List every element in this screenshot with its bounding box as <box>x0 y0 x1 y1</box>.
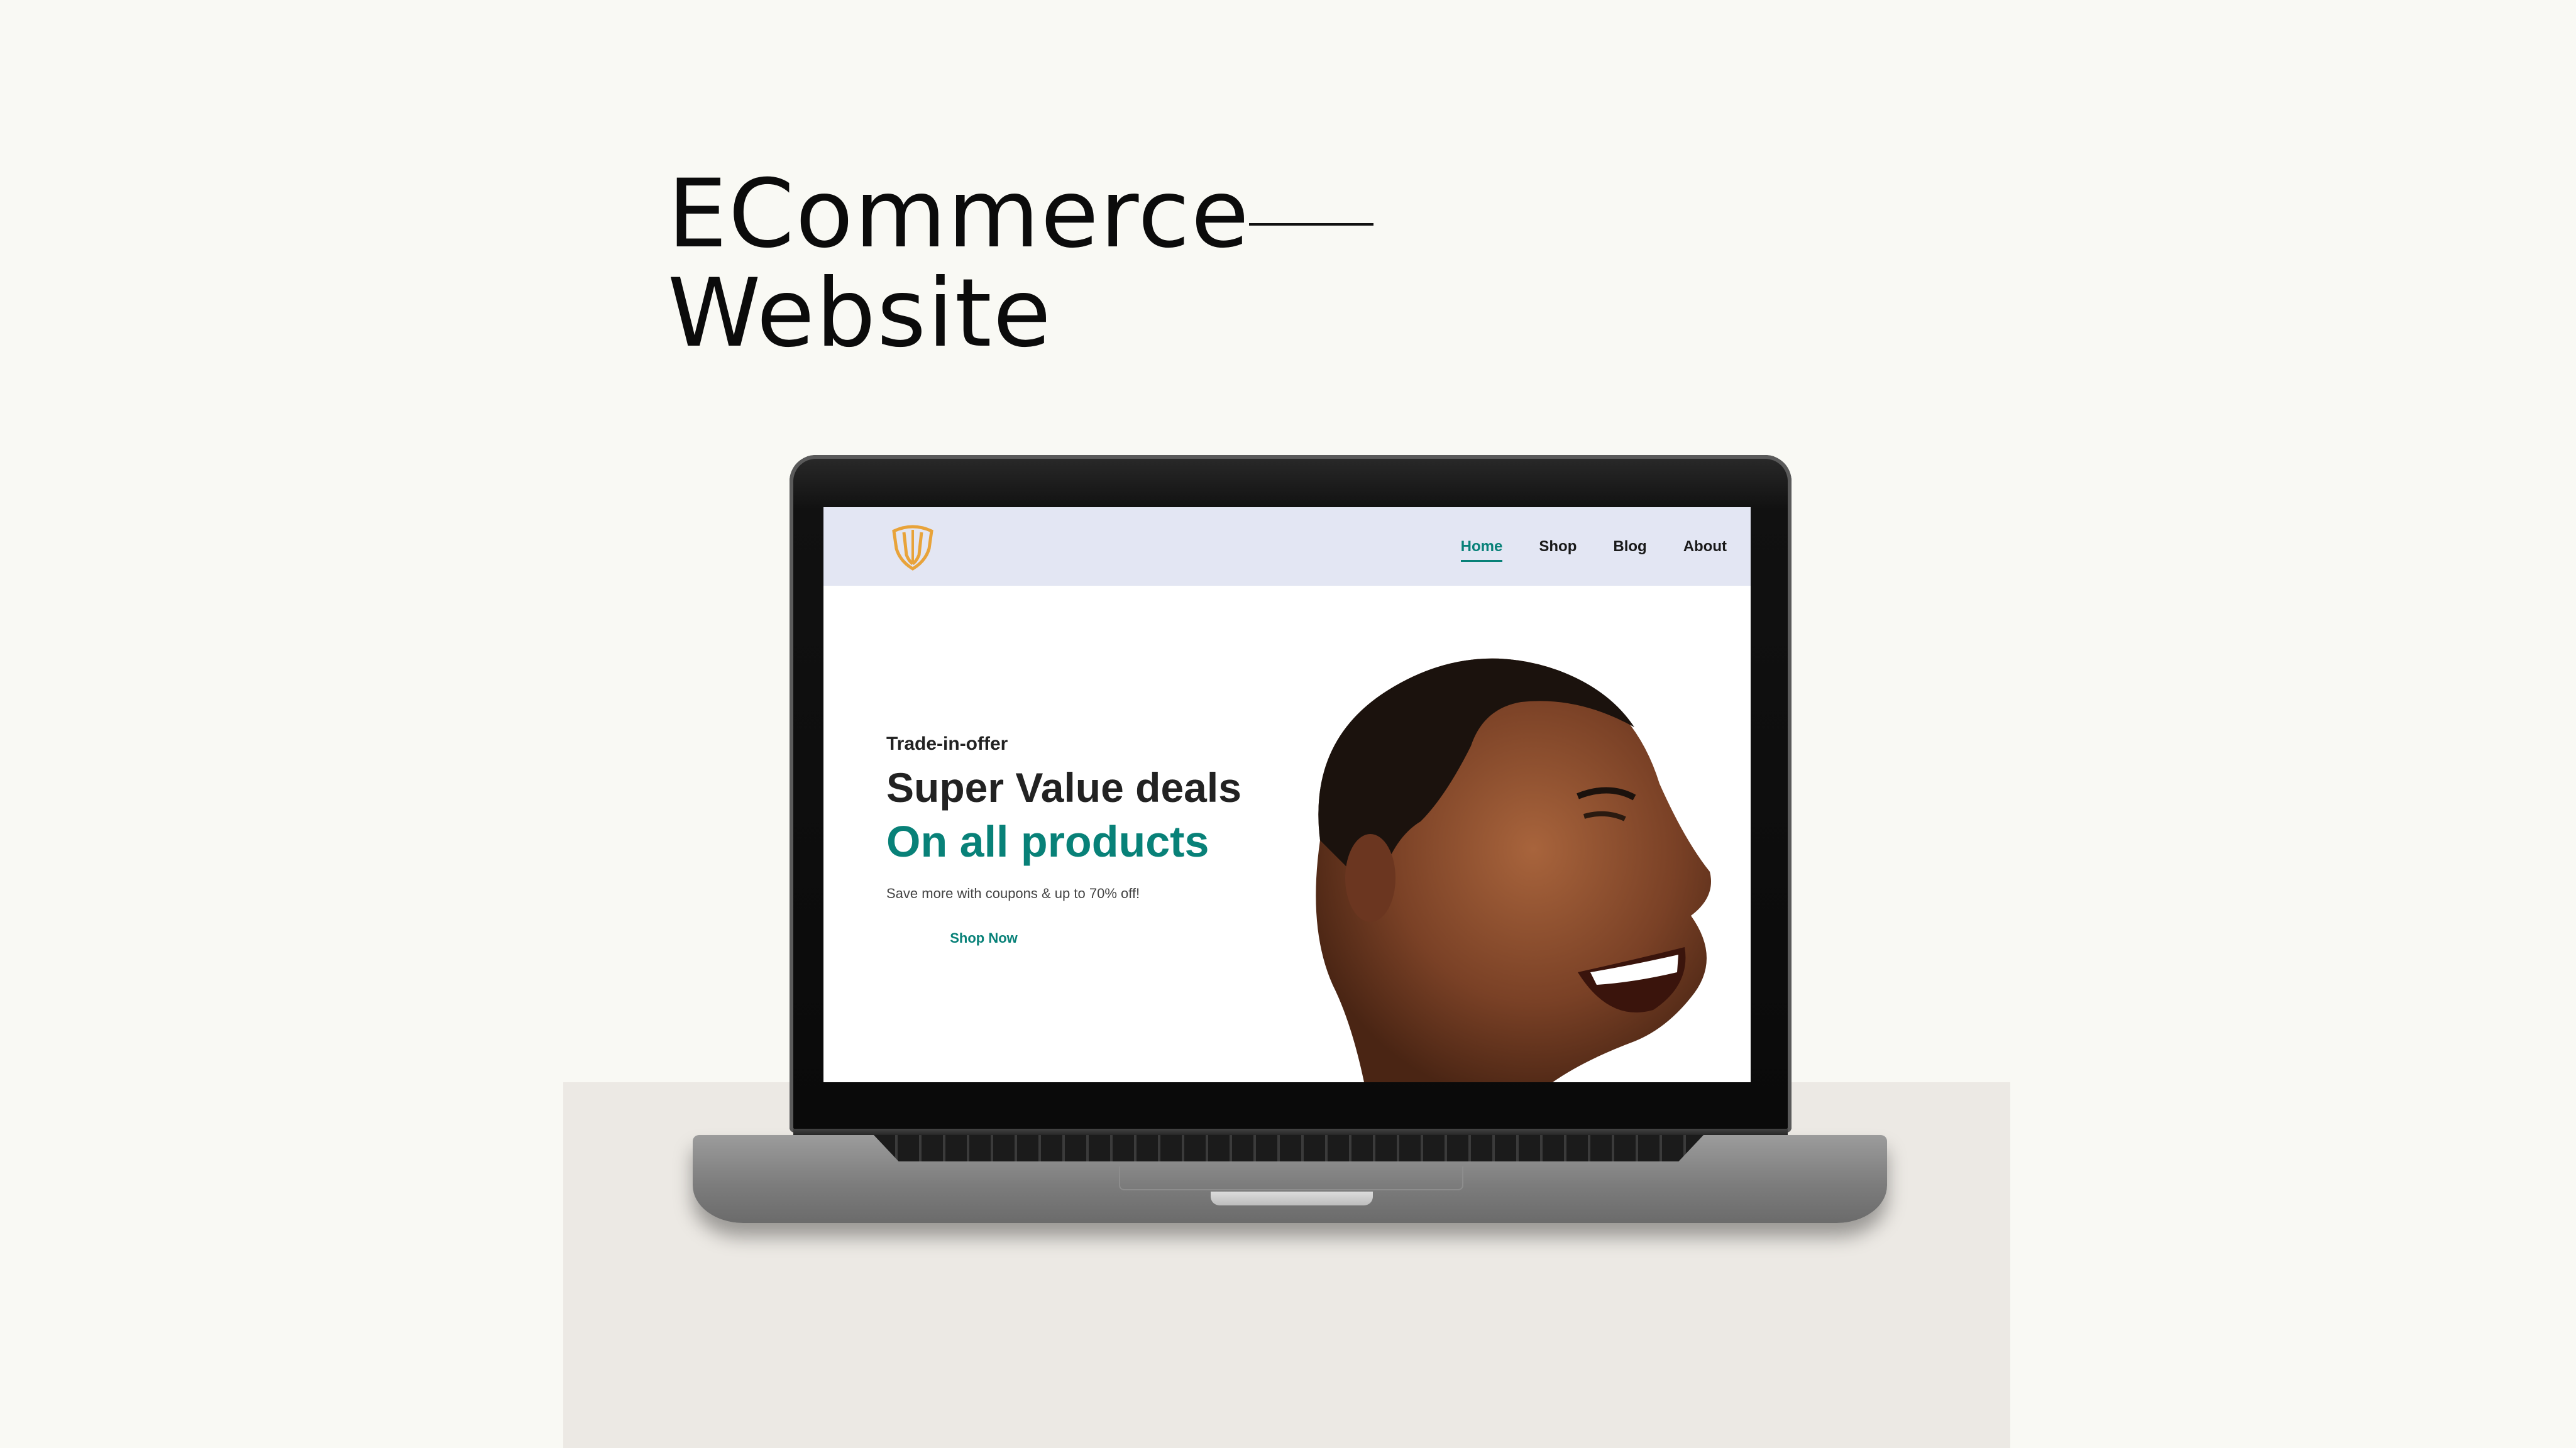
hero-headline: Super Value deals <box>886 764 1241 811</box>
hero-description: Save more with coupons & up to 70% off! <box>886 886 1140 901</box>
hero-portrait-image <box>1316 658 1711 1082</box>
laptop-keyboard <box>874 1135 1704 1161</box>
nav-menu: Home Shop Blog About <box>1424 507 1727 586</box>
laptop-screen: Home Shop Blog About Trade-in-offer Supe… <box>823 507 1751 1082</box>
shield-logo-icon[interactable] <box>888 521 938 571</box>
laptop-trackpad <box>1119 1166 1463 1190</box>
title-line-1: ECommerce <box>668 160 1250 269</box>
website-navbar: Home Shop Blog About <box>823 507 1751 586</box>
nav-item-blog[interactable]: Blog <box>1613 538 1646 556</box>
hero-subheadline: On all products <box>886 817 1209 866</box>
presentation-title: ECommerce Website <box>668 165 1250 363</box>
title-dash-decoration <box>1249 223 1373 226</box>
shop-now-button[interactable]: Shop Now <box>911 919 1056 957</box>
title-line-2: Website <box>668 259 1052 368</box>
laptop-notch <box>1211 1192 1373 1205</box>
nav-item-about[interactable]: About <box>1683 538 1727 556</box>
nav-item-home[interactable]: Home <box>1460 538 1502 562</box>
nav-item-shop[interactable]: Shop <box>1539 538 1577 556</box>
hero-kicker: Trade-in-offer <box>886 733 1008 754</box>
